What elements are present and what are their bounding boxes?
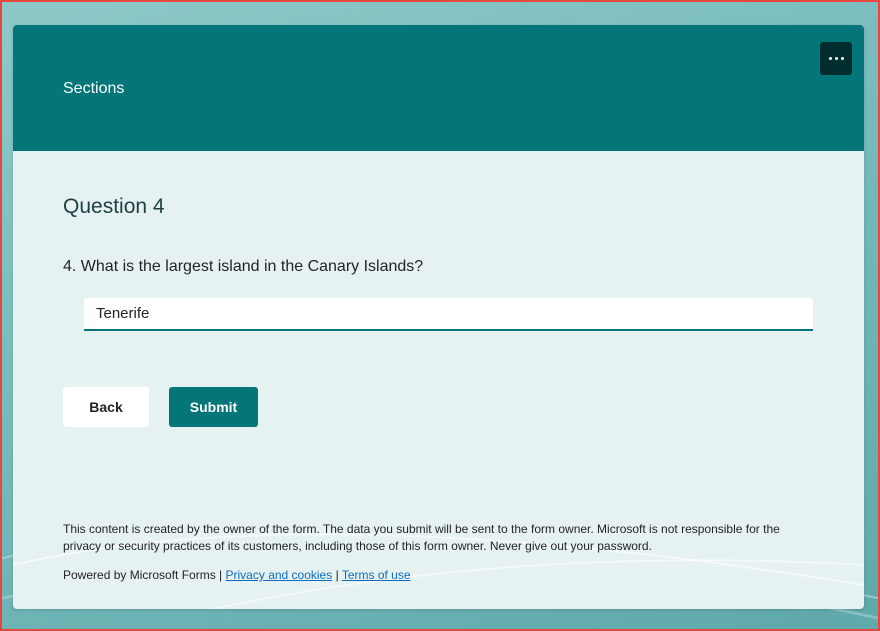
form-card: Sections Question 4 4. What is the large… <box>13 25 864 609</box>
powered-by-text: Powered by Microsoft Forms | <box>63 568 223 582</box>
answer-input[interactable] <box>84 298 813 331</box>
disclaimer-text: This content is created by the owner of … <box>63 522 780 553</box>
submit-button[interactable]: Submit <box>169 387 258 427</box>
question-text: 4. What is the largest island in the Can… <box>63 258 424 275</box>
header-title: Sections <box>63 80 125 97</box>
ellipsis-icon <box>828 57 844 60</box>
privacy-cookies-link[interactable]: Privacy and cookies <box>226 568 333 582</box>
footer: Powered by Microsoft Forms | Privacy and… <box>63 568 411 582</box>
terms-of-use-link[interactable]: Terms of use <box>342 568 411 582</box>
form-header: Sections <box>13 25 864 151</box>
more-options-button[interactable] <box>820 42 852 75</box>
footer-separator: | <box>335 568 339 582</box>
section-title: Question 4 <box>63 195 165 218</box>
back-button[interactable]: Back <box>63 387 149 427</box>
